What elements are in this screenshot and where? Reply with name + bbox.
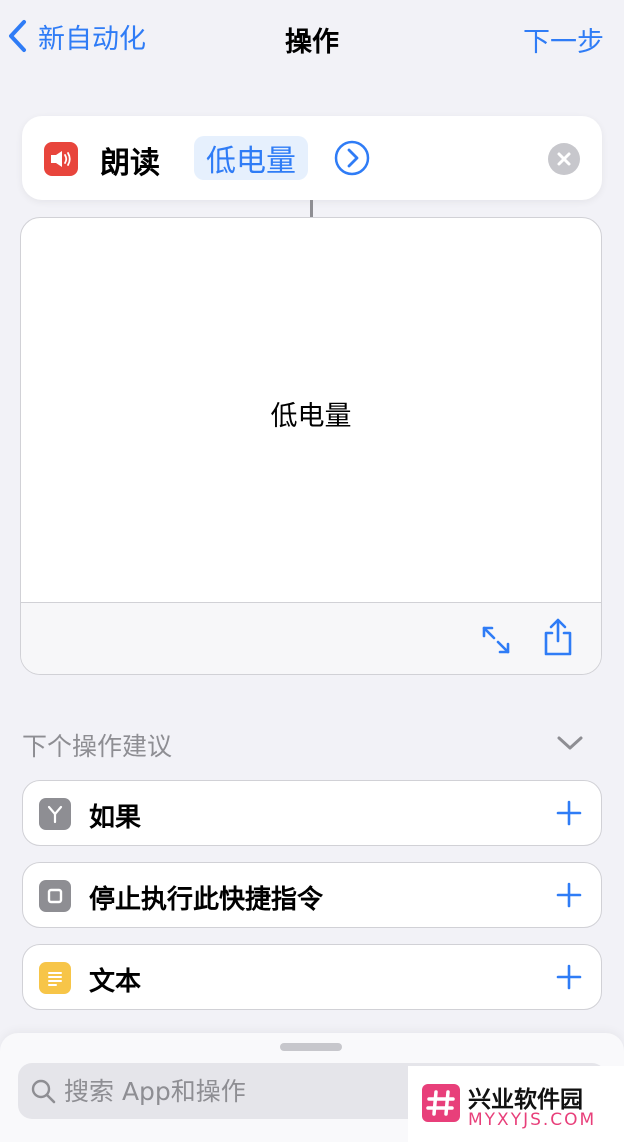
suggestion-label: 停止执行此快捷指令 bbox=[89, 885, 324, 915]
text-icon bbox=[39, 962, 71, 994]
plus-icon[interactable] bbox=[555, 881, 583, 909]
suggestion-item-if[interactable]: 如果 bbox=[22, 780, 602, 846]
speaker-icon bbox=[44, 142, 78, 176]
preview-text: 低电量 bbox=[270, 401, 352, 432]
action-name: 朗读 bbox=[100, 146, 160, 181]
plus-icon[interactable] bbox=[555, 963, 583, 991]
branch-icon bbox=[39, 798, 71, 830]
suggestion-label: 如果 bbox=[89, 803, 142, 833]
watermark-subtitle: MYXYJS.COM bbox=[468, 1110, 597, 1130]
stop-icon bbox=[39, 880, 71, 912]
expand-icon[interactable] bbox=[479, 623, 513, 657]
hash-logo-icon bbox=[422, 1084, 460, 1122]
next-button[interactable]: 下一步 bbox=[523, 20, 604, 59]
watermark-title: 兴业软件园 bbox=[468, 1087, 583, 1113]
output-preview: 低电量 bbox=[20, 217, 602, 675]
watermark: 兴业软件园 MYXYJS.COM bbox=[408, 1066, 624, 1142]
chevron-down-icon[interactable] bbox=[556, 733, 584, 753]
suggestion-item-stop-shortcut[interactable]: 停止执行此快捷指令 bbox=[22, 862, 602, 928]
chevron-right-circle-icon[interactable] bbox=[334, 140, 370, 176]
remove-action-icon[interactable] bbox=[548, 143, 580, 175]
suggestion-item-text[interactable]: 文本 bbox=[22, 944, 602, 1010]
navigation-bar: 新自动化 操作 下一步 bbox=[0, 0, 624, 80]
plus-icon[interactable] bbox=[555, 799, 583, 827]
speak-action-card[interactable]: 朗读 低电量 bbox=[22, 116, 602, 200]
share-icon[interactable] bbox=[541, 617, 575, 657]
preview-toolbar bbox=[21, 602, 601, 674]
suggestions-header: 下个操作建议 bbox=[22, 732, 173, 761]
search-icon bbox=[31, 1079, 56, 1104]
flow-connector bbox=[310, 200, 313, 218]
action-parameter-token[interactable]: 低电量 bbox=[194, 136, 308, 180]
suggestion-label: 文本 bbox=[89, 967, 142, 997]
sheet-grabber[interactable] bbox=[280, 1043, 342, 1051]
